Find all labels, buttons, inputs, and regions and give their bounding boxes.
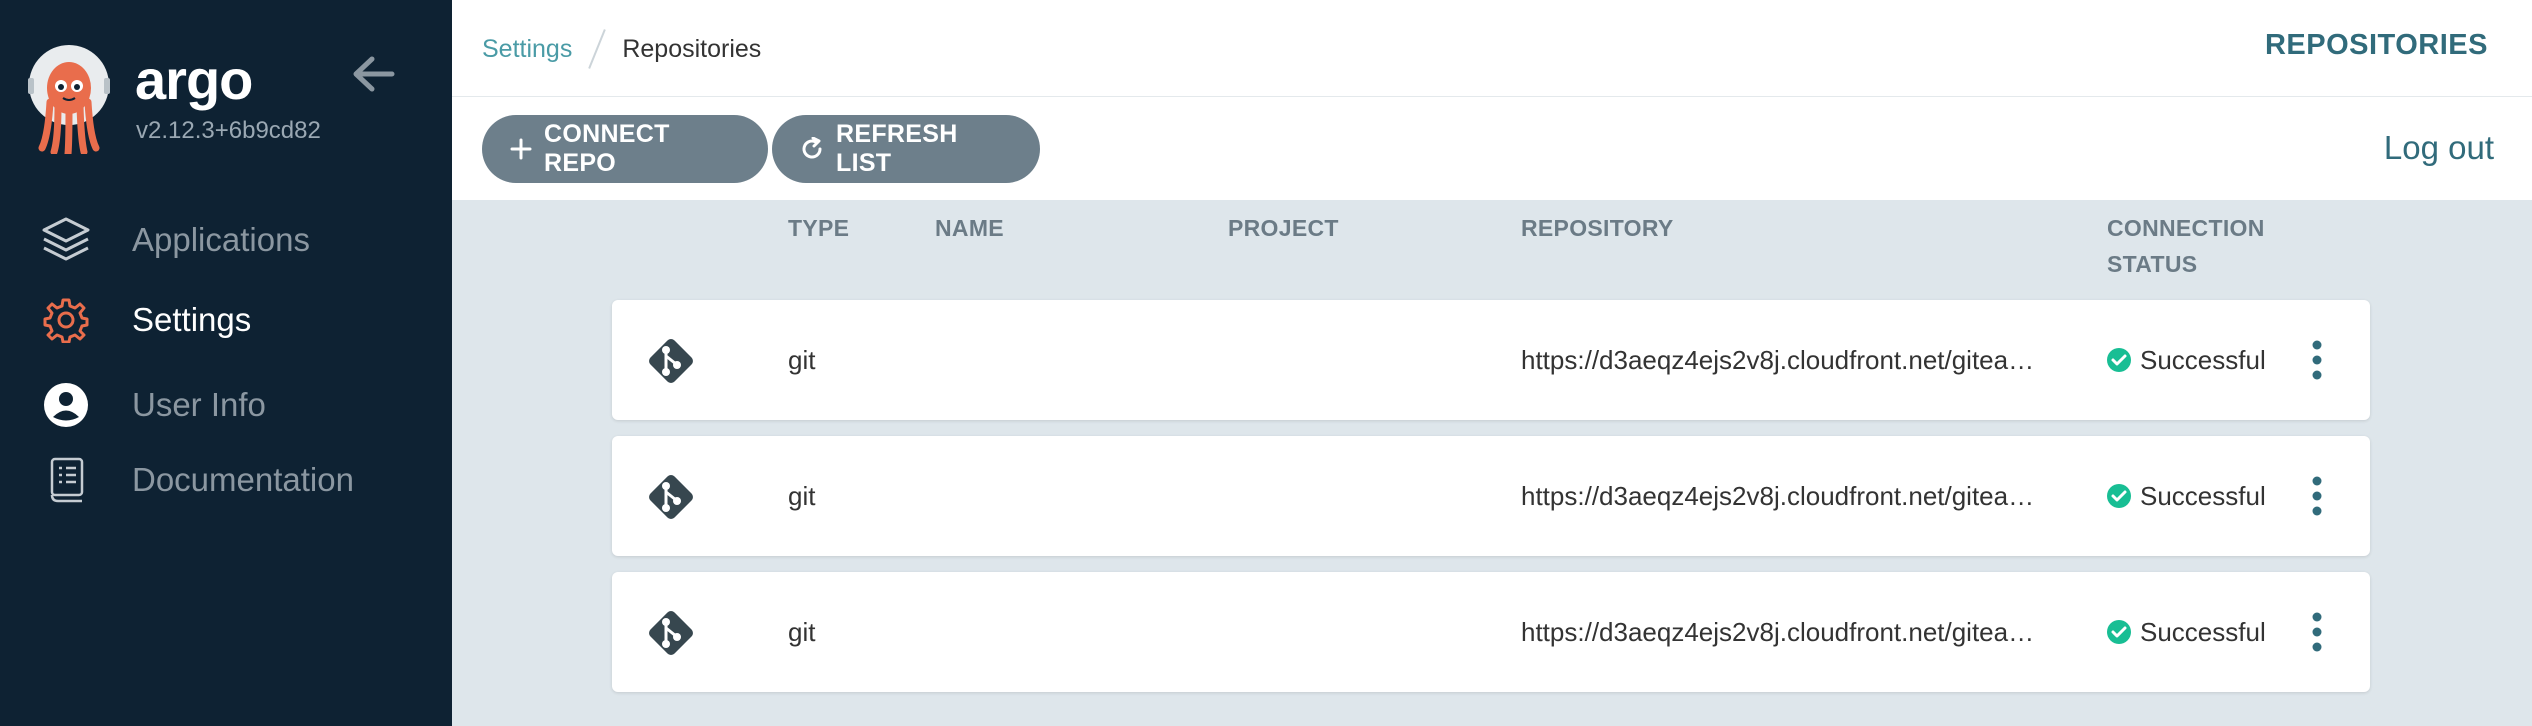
column-header-type: TYPE: [788, 215, 850, 241]
kebab-menu-icon: [2312, 612, 2322, 652]
sidebar-item-applications[interactable]: Applications: [0, 204, 452, 276]
column-header-name: NAME: [935, 215, 1004, 241]
breadcrumb-settings-link[interactable]: Settings: [482, 32, 572, 66]
argo-logo[interactable]: [28, 44, 110, 158]
sidebar-item-user-info[interactable]: User Info: [0, 369, 452, 441]
logout-link[interactable]: Log out: [2384, 127, 2494, 169]
cell-repository: https://d3aeqz4ejs2v8j.cloudfront.net/gi…: [1521, 617, 2035, 647]
row-actions-menu[interactable]: [2302, 474, 2332, 518]
git-icon: [644, 470, 698, 524]
column-header-repository: REPOSITORY: [1521, 215, 1674, 241]
layers-icon: [40, 214, 92, 266]
column-header-status-line1: CONNECTION: [2107, 215, 2265, 241]
brand-name: argo: [135, 48, 253, 111]
check-circle-icon: [2107, 484, 2131, 508]
sidebar-item-label: Settings: [132, 301, 252, 338]
status-text: Successful: [2140, 345, 2266, 375]
sidebar: argo v2.12.3+6b9cd82 Applications Settin…: [0, 0, 452, 726]
table-row[interactable]: git https://d3aeqz4ejs2v8j.cloudfront.ne…: [612, 300, 2370, 420]
column-header-status-line2: STATUS: [2107, 251, 2198, 277]
table-row[interactable]: git https://d3aeqz4ejs2v8j.cloudfront.ne…: [612, 436, 2370, 556]
connect-repo-label: CONNECT REPO: [544, 120, 670, 177]
connect-repo-button[interactable]: CONNECT REPO: [482, 115, 768, 183]
column-header-connection-status: CONNECTION STATUS: [2107, 210, 2265, 282]
row-actions-menu[interactable]: [2302, 610, 2332, 654]
column-header-project: PROJECT: [1228, 215, 1339, 241]
refresh-list-button[interactable]: REFRESH LIST: [772, 115, 1040, 183]
sidebar-item-label: User Info: [132, 386, 266, 423]
cell-connection-status: Successful: [2106, 478, 2266, 514]
check-circle-icon: [2107, 348, 2131, 372]
cell-connection-status: Successful: [2106, 342, 2266, 378]
arrow-left-icon: [353, 56, 395, 92]
sidebar-item-label: Documentation: [132, 461, 354, 498]
breadcrumb-separator: [588, 29, 607, 69]
breadcrumb-current: Repositories: [622, 35, 762, 63]
cell-repository: https://d3aeqz4ejs2v8j.cloudfront.net/gi…: [1521, 481, 2035, 511]
sidebar-item-label: Applications: [132, 221, 310, 258]
top-bar: Settings Repositories REPOSITORIES: [452, 0, 2532, 97]
toolbar: CONNECT REPO REFRESH LIST Log out: [452, 97, 2532, 200]
git-icon: [644, 606, 698, 660]
book-icon: [40, 454, 92, 506]
gear-icon: [40, 294, 92, 346]
cell-connection-status: Successful: [2106, 614, 2266, 650]
cell-type: git: [788, 617, 816, 647]
status-text: Successful: [2140, 617, 2266, 647]
table-row[interactable]: git https://d3aeqz4ejs2v8j.cloudfront.ne…: [612, 572, 2370, 692]
plus-icon: [510, 138, 532, 160]
page-title: REPOSITORIES: [2264, 29, 2488, 61]
sidebar-item-documentation[interactable]: Documentation: [0, 444, 452, 516]
user-circle-icon: [40, 379, 92, 431]
git-icon: [644, 334, 698, 388]
kebab-menu-icon: [2312, 476, 2322, 516]
status-text: Successful: [2140, 481, 2266, 511]
refresh-list-label: REFRESH LIST: [836, 120, 958, 177]
row-actions-menu[interactable]: [2302, 338, 2332, 382]
cell-type: git: [788, 481, 816, 511]
brand-version: v2.12.3+6b9cd82: [136, 117, 321, 144]
check-circle-icon: [2107, 620, 2131, 644]
refresh-icon: [800, 137, 824, 161]
sidebar-item-settings[interactable]: Settings: [0, 284, 452, 356]
kebab-menu-icon: [2312, 340, 2322, 380]
cell-repository: https://d3aeqz4ejs2v8j.cloudfront.net/gi…: [1521, 345, 2035, 375]
cell-type: git: [788, 345, 816, 375]
collapse-sidebar-button[interactable]: [350, 54, 396, 94]
breadcrumb: Settings Repositories: [482, 28, 761, 70]
